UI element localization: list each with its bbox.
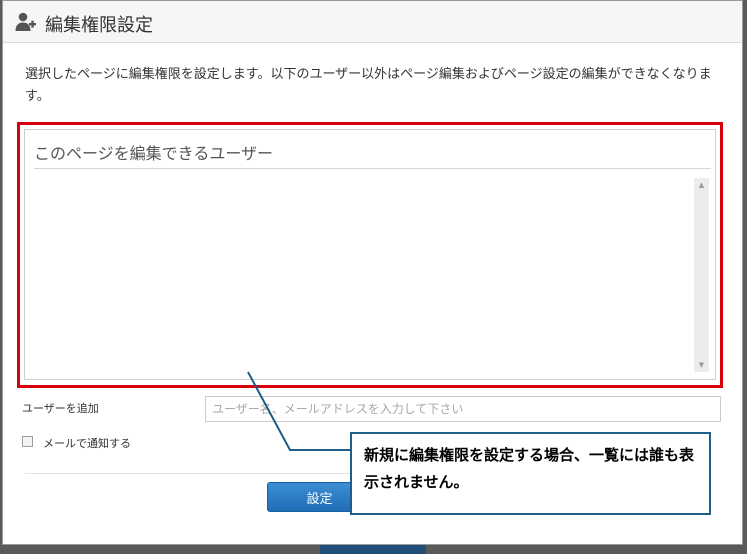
footer-divider <box>25 473 355 474</box>
editable-users-panel: このページを編集できるユーザー ▲ ▼ <box>24 129 716 380</box>
users-panel-divider <box>34 168 711 169</box>
notify-checkbox[interactable] <box>22 436 33 447</box>
user-add-icon <box>15 12 37 32</box>
annotation-callout: 新規に編集権限を設定する場合、一覧には誰も表示されません。 <box>350 432 711 515</box>
dialog-title: 編集権限設定 <box>45 15 153 36</box>
dialog-titlebar: 編集権限設定 <box>3 1 742 43</box>
scroll-down-arrow-icon[interactable]: ▼ <box>694 358 709 372</box>
add-user-input[interactable] <box>205 396 721 422</box>
dialog-description: 選択したページに編集権限を設定します。以下のユーザー以外はページ編集およびページ… <box>25 67 712 104</box>
scroll-up-arrow-icon[interactable]: ▲ <box>694 178 709 192</box>
users-panel-header: このページを編集できるユーザー <box>34 144 274 163</box>
notify-label[interactable]: メールで通知する <box>43 435 131 451</box>
add-user-label: ユーザーを追加 <box>22 402 99 415</box>
users-list-scrollbar[interactable]: ▲ ▼ <box>694 178 709 372</box>
